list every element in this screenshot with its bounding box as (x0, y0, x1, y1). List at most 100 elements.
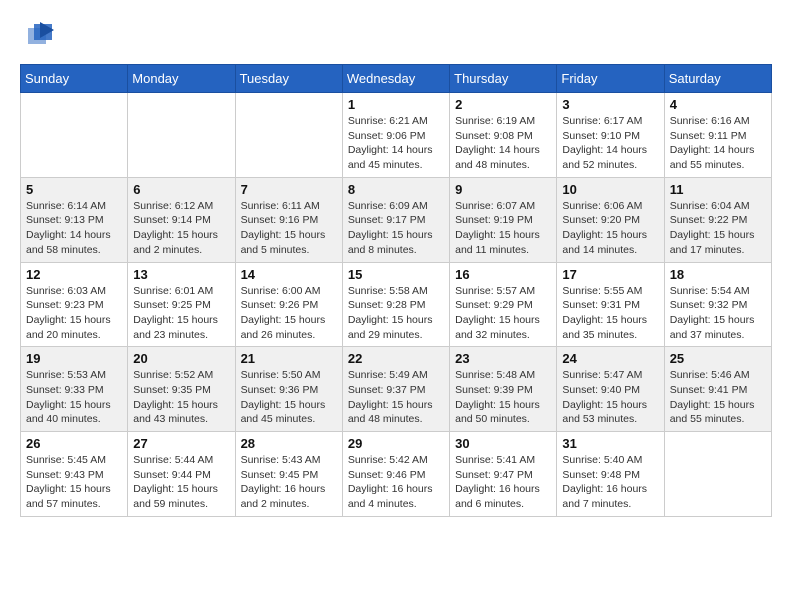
day-info: Sunrise: 6:14 AM Sunset: 9:13 PM Dayligh… (26, 199, 122, 258)
calendar-cell: 1 Sunrise: 6:21 AM Sunset: 9:06 PM Daylig… (342, 93, 449, 178)
day-info: Sunrise: 6:01 AM Sunset: 9:25 PM Dayligh… (133, 284, 229, 343)
day-info: Sunrise: 5:55 AM Sunset: 9:31 PM Dayligh… (562, 284, 658, 343)
day-info: Sunrise: 5:57 AM Sunset: 9:29 PM Dayligh… (455, 284, 551, 343)
day-number: 12 (26, 267, 122, 282)
calendar-cell: 7 Sunrise: 6:11 AM Sunset: 9:16 PM Daylig… (235, 177, 342, 262)
day-info: Sunrise: 6:16 AM Sunset: 9:11 PM Dayligh… (670, 114, 766, 173)
calendar-cell (21, 93, 128, 178)
calendar-cell: 26 Sunrise: 5:45 AM Sunset: 9:43 PM Dayli… (21, 432, 128, 517)
calendar-cell: 14 Sunrise: 6:00 AM Sunset: 9:26 PM Dayli… (235, 262, 342, 347)
weekday-header: Tuesday (235, 65, 342, 93)
calendar-week-row: 19 Sunrise: 5:53 AM Sunset: 9:33 PM Dayli… (21, 347, 772, 432)
day-info: Sunrise: 6:00 AM Sunset: 9:26 PM Dayligh… (241, 284, 337, 343)
day-number: 9 (455, 182, 551, 197)
calendar-cell: 2 Sunrise: 6:19 AM Sunset: 9:08 PM Daylig… (450, 93, 557, 178)
logo (20, 20, 58, 48)
day-number: 20 (133, 351, 229, 366)
day-info: Sunrise: 6:06 AM Sunset: 9:20 PM Dayligh… (562, 199, 658, 258)
day-info: Sunrise: 5:42 AM Sunset: 9:46 PM Dayligh… (348, 453, 444, 512)
day-number: 17 (562, 267, 658, 282)
day-number: 25 (670, 351, 766, 366)
day-number: 5 (26, 182, 122, 197)
calendar-week-row: 12 Sunrise: 6:03 AM Sunset: 9:23 PM Dayli… (21, 262, 772, 347)
day-number: 27 (133, 436, 229, 451)
calendar-cell: 5 Sunrise: 6:14 AM Sunset: 9:13 PM Daylig… (21, 177, 128, 262)
weekday-header: Friday (557, 65, 664, 93)
calendar-week-row: 26 Sunrise: 5:45 AM Sunset: 9:43 PM Dayli… (21, 432, 772, 517)
calendar-cell: 23 Sunrise: 5:48 AM Sunset: 9:39 PM Dayli… (450, 347, 557, 432)
day-number: 15 (348, 267, 444, 282)
day-number: 8 (348, 182, 444, 197)
calendar-cell: 12 Sunrise: 6:03 AM Sunset: 9:23 PM Dayli… (21, 262, 128, 347)
calendar-cell: 27 Sunrise: 5:44 AM Sunset: 9:44 PM Dayli… (128, 432, 235, 517)
day-info: Sunrise: 5:44 AM Sunset: 9:44 PM Dayligh… (133, 453, 229, 512)
calendar-cell: 20 Sunrise: 5:52 AM Sunset: 9:35 PM Dayli… (128, 347, 235, 432)
day-info: Sunrise: 6:21 AM Sunset: 9:06 PM Dayligh… (348, 114, 444, 173)
logo-icon (24, 20, 56, 48)
calendar-cell: 31 Sunrise: 5:40 AM Sunset: 9:48 PM Dayli… (557, 432, 664, 517)
calendar-cell (664, 432, 771, 517)
day-info: Sunrise: 5:53 AM Sunset: 9:33 PM Dayligh… (26, 368, 122, 427)
calendar-table: SundayMondayTuesdayWednesdayThursdayFrid… (20, 64, 772, 517)
calendar-cell: 4 Sunrise: 6:16 AM Sunset: 9:11 PM Daylig… (664, 93, 771, 178)
calendar-cell: 8Sunrise: 6:09 AM Sunset: 9:17 PM Daylig… (342, 177, 449, 262)
day-info: Sunrise: 6:07 AM Sunset: 9:19 PM Dayligh… (455, 199, 551, 258)
weekday-header: Monday (128, 65, 235, 93)
day-number: 14 (241, 267, 337, 282)
day-info: Sunrise: 5:50 AM Sunset: 9:36 PM Dayligh… (241, 368, 337, 427)
calendar-cell: 16 Sunrise: 5:57 AM Sunset: 9:29 PM Dayli… (450, 262, 557, 347)
day-number: 13 (133, 267, 229, 282)
calendar-cell (128, 93, 235, 178)
day-info: Sunrise: 6:03 AM Sunset: 9:23 PM Dayligh… (26, 284, 122, 343)
calendar-cell: 11 Sunrise: 6:04 AM Sunset: 9:22 PM Dayli… (664, 177, 771, 262)
day-number: 31 (562, 436, 658, 451)
day-info: Sunrise: 5:40 AM Sunset: 9:48 PM Dayligh… (562, 453, 658, 512)
day-number: 16 (455, 267, 551, 282)
day-info: Sunrise: 5:46 AM Sunset: 9:41 PM Dayligh… (670, 368, 766, 427)
day-number: 23 (455, 351, 551, 366)
weekday-header: Thursday (450, 65, 557, 93)
day-number: 3 (562, 97, 658, 112)
day-number: 11 (670, 182, 766, 197)
day-info: Sunrise: 6:17 AM Sunset: 9:10 PM Dayligh… (562, 114, 658, 173)
day-number: 28 (241, 436, 337, 451)
day-info: Sunrise: 5:48 AM Sunset: 9:39 PM Dayligh… (455, 368, 551, 427)
day-number: 10 (562, 182, 658, 197)
day-number: 1 (348, 97, 444, 112)
calendar-cell: 6 Sunrise: 6:12 AM Sunset: 9:14 PM Daylig… (128, 177, 235, 262)
calendar-cell (235, 93, 342, 178)
day-info: Sunrise: 6:19 AM Sunset: 9:08 PM Dayligh… (455, 114, 551, 173)
day-info: Sunrise: 6:04 AM Sunset: 9:22 PM Dayligh… (670, 199, 766, 258)
calendar-cell: 17 Sunrise: 5:55 AM Sunset: 9:31 PM Dayli… (557, 262, 664, 347)
calendar-header-row: SundayMondayTuesdayWednesdayThursdayFrid… (21, 65, 772, 93)
day-info: Sunrise: 6:12 AM Sunset: 9:14 PM Dayligh… (133, 199, 229, 258)
calendar-cell: 3 Sunrise: 6:17 AM Sunset: 9:10 PM Daylig… (557, 93, 664, 178)
day-number: 6 (133, 182, 229, 197)
weekday-header: Saturday (664, 65, 771, 93)
day-number: 24 (562, 351, 658, 366)
day-info: Sunrise: 5:52 AM Sunset: 9:35 PM Dayligh… (133, 368, 229, 427)
day-number: 29 (348, 436, 444, 451)
day-info: Sunrise: 5:58 AM Sunset: 9:28 PM Dayligh… (348, 284, 444, 343)
calendar-cell: 9 Sunrise: 6:07 AM Sunset: 9:19 PM Daylig… (450, 177, 557, 262)
day-info: Sunrise: 5:43 AM Sunset: 9:45 PM Dayligh… (241, 453, 337, 512)
day-info: Sunrise: 5:45 AM Sunset: 9:43 PM Dayligh… (26, 453, 122, 512)
day-number: 7 (241, 182, 337, 197)
calendar-cell: 28 Sunrise: 5:43 AM Sunset: 9:45 PM Dayli… (235, 432, 342, 517)
day-info: Sunrise: 5:47 AM Sunset: 9:40 PM Dayligh… (562, 368, 658, 427)
calendar-cell: 30Sunrise: 5:41 AM Sunset: 9:47 PM Dayli… (450, 432, 557, 517)
day-number: 22 (348, 351, 444, 366)
calendar-week-row: 1 Sunrise: 6:21 AM Sunset: 9:06 PM Daylig… (21, 93, 772, 178)
calendar-cell: 15 Sunrise: 5:58 AM Sunset: 9:28 PM Dayli… (342, 262, 449, 347)
day-number: 19 (26, 351, 122, 366)
calendar-cell: 18Sunrise: 5:54 AM Sunset: 9:32 PM Dayli… (664, 262, 771, 347)
calendar-cell: 29 Sunrise: 5:42 AM Sunset: 9:46 PM Dayli… (342, 432, 449, 517)
calendar-cell: 25 Sunrise: 5:46 AM Sunset: 9:41 PM Dayli… (664, 347, 771, 432)
day-info: Sunrise: 5:54 AM Sunset: 9:32 PM Dayligh… (670, 284, 766, 343)
weekday-header: Wednesday (342, 65, 449, 93)
day-number: 2 (455, 97, 551, 112)
day-number: 26 (26, 436, 122, 451)
day-number: 4 (670, 97, 766, 112)
calendar-cell: 13 Sunrise: 6:01 AM Sunset: 9:25 PM Dayli… (128, 262, 235, 347)
day-info: Sunrise: 6:11 AM Sunset: 9:16 PM Dayligh… (241, 199, 337, 258)
